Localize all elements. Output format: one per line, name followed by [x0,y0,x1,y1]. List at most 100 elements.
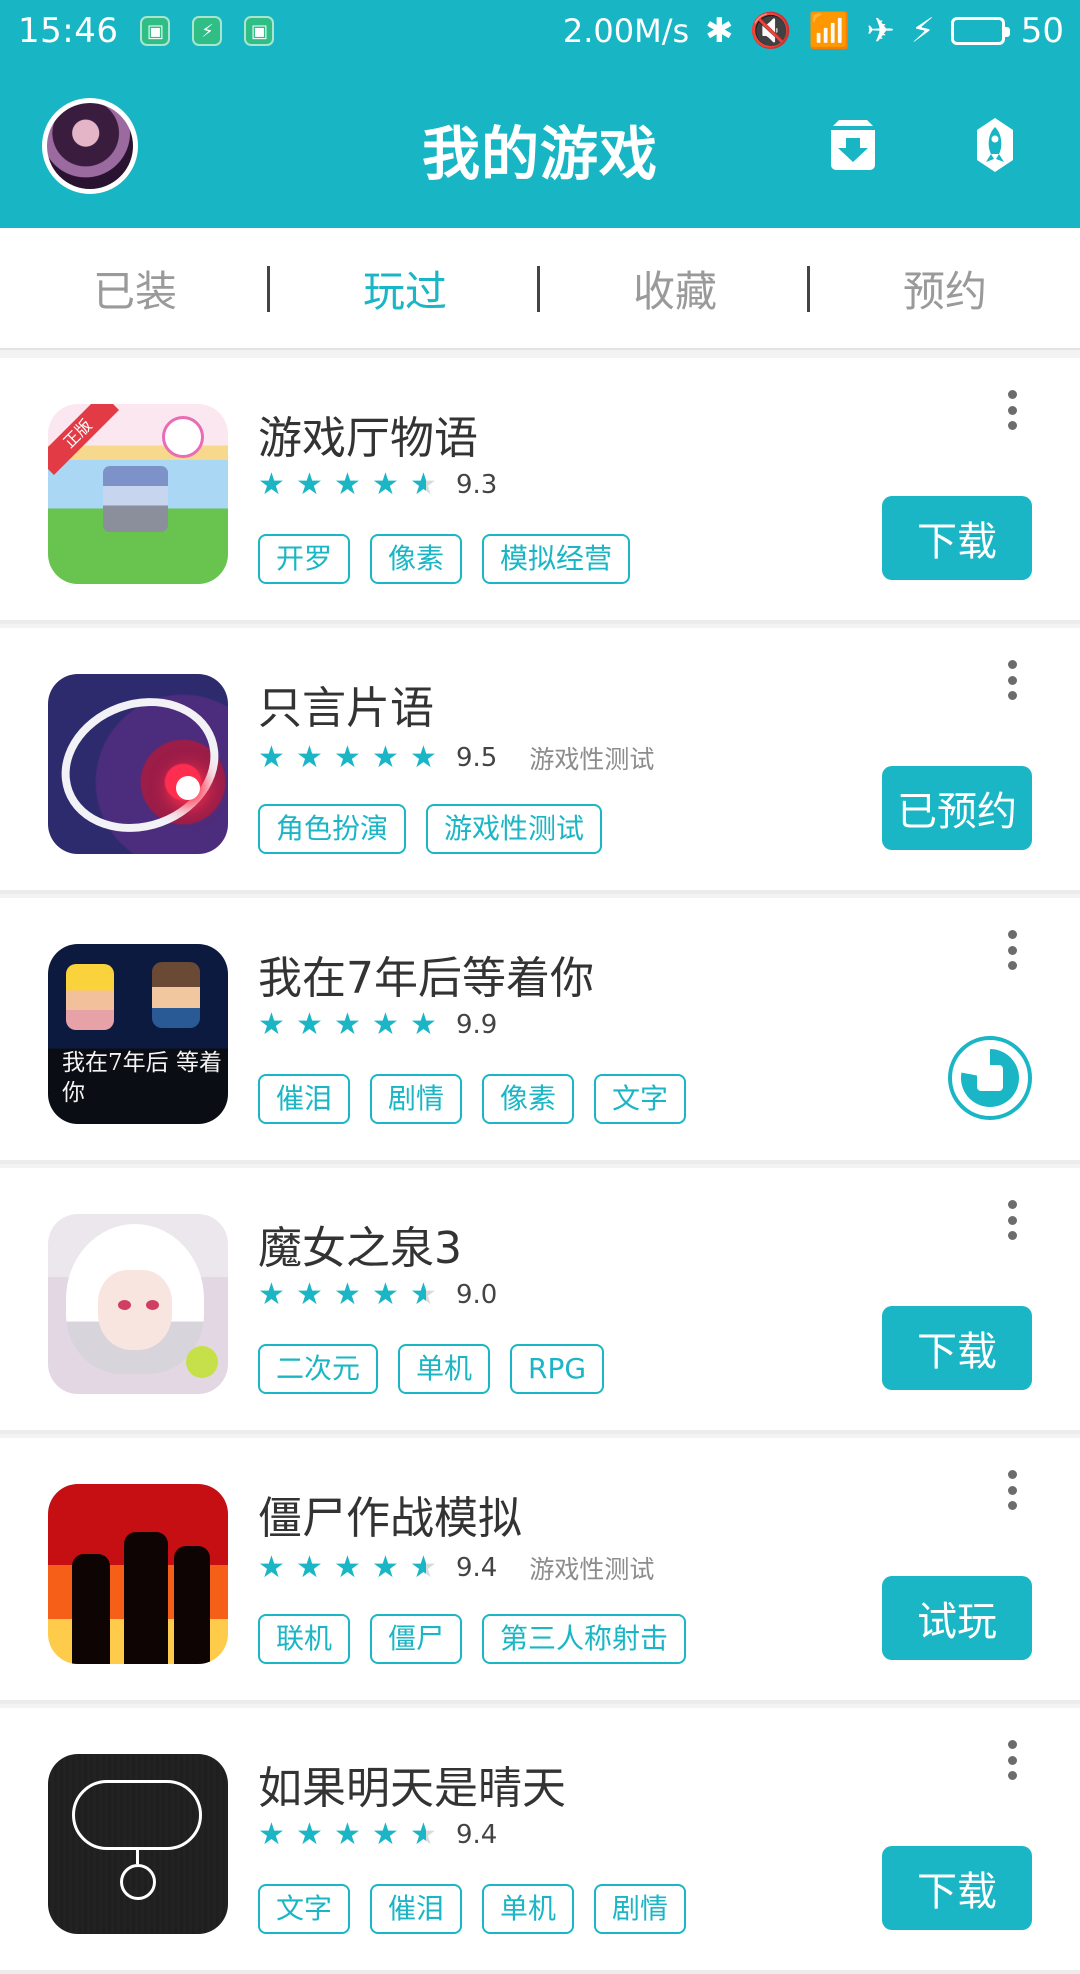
tag[interactable]: RPG [510,1344,605,1394]
cloud-icon [72,1780,202,1850]
star-icon: ★ [258,1007,285,1042]
mute-icon: 🔇 [749,11,793,51]
game-list: 正版 游戏厅物语 ★ ★ ★ ★ ★ 9.3 开罗 像素 模拟经营 下载 只言片… [0,358,1080,1974]
more-options-icon[interactable] [1002,390,1022,430]
tag-list: 角色扮演 游戏性测试 [258,804,603,854]
reserved-button[interactable]: 已预约 [882,766,1032,850]
try-play-button[interactable]: 试玩 [882,1576,1032,1660]
more-options-icon[interactable] [1002,660,1022,700]
more-options-icon[interactable] [1002,1470,1022,1510]
tag[interactable]: 催泪 [258,1074,351,1124]
game-title[interactable]: 魔女之泉3 [258,1212,462,1276]
rating-row: ★ ★ ★ ★ ★ 9.3 [258,467,521,502]
game-icon[interactable] [48,1484,228,1664]
tag[interactable]: 游戏性测试 [426,804,603,854]
star-icon: ★ [258,1277,285,1312]
official-badge: 正版 [48,404,120,476]
tag[interactable]: 联机 [258,1614,351,1664]
half-star-icon: ★ [410,1550,437,1585]
star-icon: ★ [334,1007,361,1042]
airplane-icon: ✈ [866,11,895,51]
tag[interactable]: 剧情 [594,1884,687,1934]
star-rating: ★ ★ ★ ★ ★ [258,1277,438,1312]
star-icon: ★ [334,467,361,502]
charging-icon: ⚡ [910,11,935,51]
download-button[interactable]: 下载 [882,1846,1032,1930]
tag[interactable]: 角色扮演 [258,804,407,854]
star-icon: ★ [334,1550,361,1585]
game-title[interactable]: 只言片语 [258,672,434,736]
star-icon: ★ [372,1277,399,1312]
star-rating: ★ ★ ★ ★ ★ [258,467,438,502]
game-icon[interactable] [48,1214,228,1394]
game-icon[interactable] [48,674,228,854]
download-manager-icon[interactable] [824,116,882,174]
star-icon: ★ [410,1007,437,1042]
tag[interactable]: 第三人称射击 [482,1614,687,1664]
tag[interactable]: 文字 [258,1884,351,1934]
star-icon: ★ [296,1817,323,1852]
rating-score: 9.4 [456,1553,498,1583]
pixel-character-icon [152,962,200,1028]
star-icon: ★ [258,1550,285,1585]
tag[interactable]: 单机 [398,1344,491,1394]
game-card[interactable]: 僵尸作战模拟 ★ ★ ★ ★ ★ 9.4 游戏性测试 联机 僵尸 第三人称射击 … [0,1438,1080,1704]
tag-list: 文字 催泪 单机 剧情 [258,1884,687,1934]
download-button[interactable]: 下载 [882,1306,1032,1390]
tag[interactable]: 像素 [370,534,463,584]
game-icon[interactable]: 正版 [48,404,228,584]
download-button[interactable]: 下载 [882,496,1032,580]
game-card[interactable]: 只言片语 ★ ★ ★ ★ ★ 9.5 游戏性测试 角色扮演 游戏性测试 已预约 [0,628,1080,894]
star-rating: ★ ★ ★ ★ ★ [258,743,438,773]
game-title[interactable]: 游戏厅物语 [258,402,478,466]
game-card[interactable]: 正版 游戏厅物语 ★ ★ ★ ★ ★ 9.3 开罗 像素 模拟经营 下载 [0,358,1080,624]
tag[interactable]: 开罗 [258,534,351,584]
tab-played[interactable]: 玩过 [270,228,540,348]
notification-app-icon: ▣ [244,16,275,46]
game-card[interactable]: 魔女之泉3 ★ ★ ★ ★ ★ 9.0 二次元 单机 RPG 下载 [0,1168,1080,1434]
tag[interactable]: 模拟经营 [482,534,631,584]
rating-score: 9.4 [456,1820,498,1850]
rating-row: ★ ★ ★ ★ ★ 9.9 [258,1007,521,1042]
tag-list: 二次元 单机 RPG [258,1344,605,1394]
arcade-machine-icon [103,466,168,532]
status-bar: 15:46 ▣ ⚡ ▣ 2.00M/s ✱ 🔇 📶 ✈ ⚡ 50 [0,0,1080,62]
game-title[interactable]: 我在7年后等着你 [258,942,594,1006]
tag[interactable]: 催泪 [370,1884,463,1934]
half-star-icon: ★ [410,1277,437,1312]
tab-reservations[interactable]: 预约 [810,228,1080,348]
rating-row: ★ ★ ★ ★ ★ 9.4 游戏性测试 [258,1550,654,1586]
game-icon[interactable] [48,1754,228,1934]
rocket-icon[interactable] [966,116,1024,174]
tag-list: 开罗 像素 模拟经营 [258,534,631,584]
star-icon: ★ [334,1817,361,1852]
game-title[interactable]: 僵尸作战模拟 [258,1482,522,1546]
more-options-icon[interactable] [1002,930,1022,970]
tag[interactable]: 二次元 [258,1344,379,1394]
rating-score: 9.9 [456,1010,498,1040]
child-icon [120,1864,156,1900]
tag[interactable]: 单机 [482,1884,575,1934]
avatar[interactable] [42,98,138,194]
tag[interactable]: 僵尸 [370,1614,463,1664]
network-speed: 2.00M/s [562,12,690,50]
tab-label: 收藏 [632,266,717,316]
rating-row: ★ ★ ★ ★ ★ 9.5 游戏性测试 [258,740,654,776]
header: 我的游戏 [0,62,1080,228]
rating-row: ★ ★ ★ ★ ★ 9.0 [258,1277,521,1312]
game-icon[interactable]: 我在7年后 等着你 [48,944,228,1124]
music-bubble-icon [162,416,204,458]
star-icon: ★ [258,1817,285,1852]
tab-favorites[interactable]: 收藏 [540,228,810,348]
game-card[interactable]: 我在7年后 等着你 我在7年后等着你 ★ ★ ★ ★ ★ 9.9 催泪 剧情 像… [0,898,1080,1164]
stop-download-button[interactable] [948,1036,1032,1120]
tag[interactable]: 文字 [594,1074,687,1124]
game-title[interactable]: 如果明天是晴天 [258,1752,566,1816]
more-options-icon[interactable] [1002,1200,1022,1240]
tag[interactable]: 剧情 [370,1074,463,1124]
more-options-icon[interactable] [1002,1740,1022,1780]
tab-installed[interactable]: 已装 [0,228,270,348]
page-title: 我的游戏 [421,120,658,188]
tag[interactable]: 像素 [482,1074,575,1124]
game-card[interactable]: 如果明天是晴天 ★ ★ ★ ★ ★ 9.4 文字 催泪 单机 剧情 下载 [0,1708,1080,1974]
